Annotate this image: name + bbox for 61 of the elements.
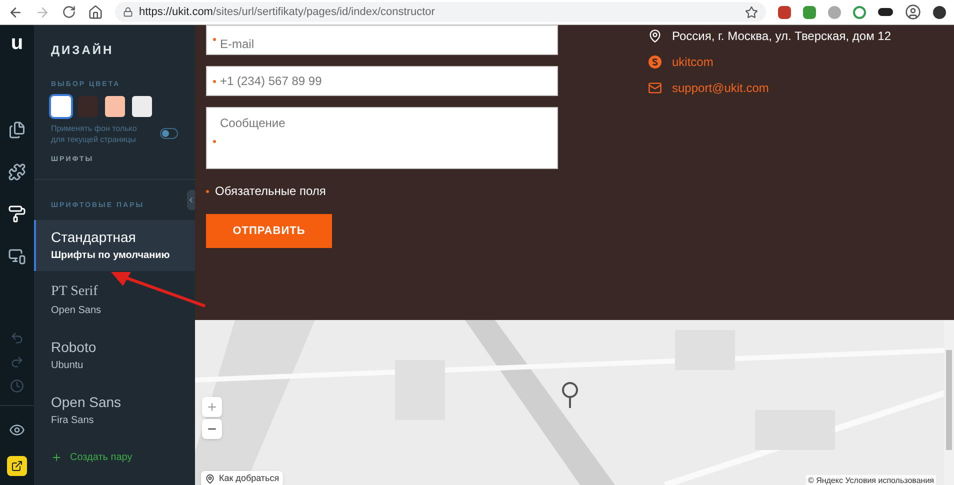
toggle-label: Применять фон только для текущей страницы xyxy=(51,122,138,144)
scrollbar[interactable] xyxy=(944,320,954,485)
devices-icon[interactable] xyxy=(8,247,26,265)
map-pin-icon xyxy=(648,29,662,43)
input-field[interactable]: +1 (234) 567 89 99 xyxy=(206,66,558,96)
create-pair-link[interactable]: Создать пару xyxy=(34,450,195,464)
bookmark-star-icon[interactable] xyxy=(745,6,758,18)
route-button[interactable]: Как добраться xyxy=(201,471,284,485)
url-text: https://ukit.com/sites/url/sertifikaty/pages/id/index/constructor xyxy=(139,4,435,20)
plus-icon xyxy=(51,452,62,462)
panel-title: ДИЗАЙН xyxy=(51,42,115,59)
font-pair-title: Стандартная xyxy=(51,228,137,246)
preview-icon[interactable] xyxy=(9,422,25,438)
back-icon[interactable] xyxy=(8,4,23,20)
skype-link[interactable]: ukitcom xyxy=(672,53,714,71)
collapse-tab[interactable] xyxy=(187,190,195,210)
chevron-left-icon xyxy=(187,196,195,204)
map-copyright: © Яндекс Условия использования xyxy=(806,475,936,485)
required-marker xyxy=(206,190,209,192)
font-pair-subtitle: Ubuntu xyxy=(51,358,84,372)
external-link-icon xyxy=(11,460,23,472)
extension-icon[interactable] xyxy=(878,8,893,16)
font-pair-title: Roboto xyxy=(51,338,98,356)
extension-icon[interactable] xyxy=(933,6,946,18)
home-icon[interactable] xyxy=(88,4,103,20)
color-swatch[interactable] xyxy=(51,96,71,116)
font-pair-title: Open Sans xyxy=(51,392,122,410)
mail-icon xyxy=(648,81,662,95)
field-placeholder: Сообщение xyxy=(220,115,286,132)
publish-button[interactable] xyxy=(7,456,27,476)
font-pair-subtitle: Шрифты по умолчанию xyxy=(51,248,171,262)
message-field[interactable]: Сообщение xyxy=(206,107,558,169)
font-pair-item[interactable]: PT Serif Open Sans xyxy=(34,274,195,326)
plus-icon xyxy=(206,401,218,413)
puzzle-icon[interactable] xyxy=(8,163,26,181)
font-pair-subtitle: Open Sans xyxy=(51,304,102,318)
field-placeholder: +1 (234) 567 89 99 xyxy=(220,73,322,90)
field-placeholder: E-mail xyxy=(220,36,254,53)
required-note: Обязательные поля xyxy=(215,183,326,200)
toggle-switch[interactable] xyxy=(160,128,178,139)
font-pair-item[interactable]: Open Sans Fira Sans xyxy=(34,384,195,436)
logo[interactable]: u xyxy=(10,33,24,53)
font-pair-subtitle: Fira Sans xyxy=(51,414,95,428)
profile-icon[interactable] xyxy=(905,4,921,20)
font-pair-item[interactable]: Стандартная Шрифты по умолчанию xyxy=(34,220,195,270)
map-pin-icon xyxy=(205,474,215,484)
reload-icon[interactable] xyxy=(62,5,76,19)
color-swatch[interactable] xyxy=(78,96,98,116)
font-pair-item[interactable]: Roboto Ubuntu xyxy=(34,330,195,380)
color-swatch[interactable] xyxy=(105,96,125,116)
input-field[interactable]: E-mail xyxy=(206,25,558,55)
address-bar[interactable]: https://ukit.com/sites/url/sertifikaty/pages/id/index/constructor xyxy=(115,2,766,22)
pages-icon[interactable] xyxy=(8,121,26,139)
font-pair-title: PT Serif xyxy=(51,282,99,300)
color-swatch[interactable] xyxy=(132,96,152,116)
lock-icon xyxy=(123,7,133,17)
address-text: Россия, г. Москва, ул. Тверская, дом 12 xyxy=(672,28,891,45)
skype-icon xyxy=(648,55,662,69)
zoom-in-button[interactable] xyxy=(202,397,222,417)
paint-roller-icon[interactable] xyxy=(8,205,26,223)
email-link[interactable]: support@ukit.com xyxy=(672,79,769,97)
